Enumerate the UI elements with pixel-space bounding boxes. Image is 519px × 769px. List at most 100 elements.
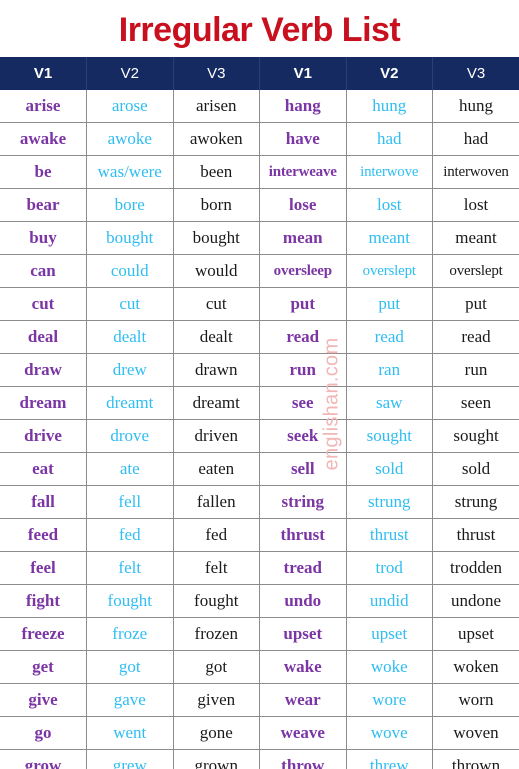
verb-cell-right-v2: trod: [346, 551, 433, 585]
verb-cell-left-v2: froze: [86, 617, 174, 651]
verb-cell-right-v2: threw: [346, 749, 433, 769]
verb-cell-left-v1: feel: [0, 551, 87, 585]
table-row: be was/were been interweave interwove interwo…: [0, 155, 519, 189]
verb-cell-left-v2: gave: [86, 683, 174, 717]
verb-cell-right-v3: run: [432, 353, 519, 387]
verb-cell-left-v3: fallen: [173, 485, 260, 519]
verb-cell-right-v3: thrust: [432, 518, 519, 552]
verb-cell-right-v2: sold: [346, 452, 433, 486]
verb-cell-left-v2: was/were: [86, 155, 174, 189]
verb-cell-right-v2: had: [346, 122, 433, 156]
verb-cell-right-v1: throw: [259, 749, 347, 769]
verb-cell-left-v1: draw: [0, 353, 87, 387]
verb-cell-left-v1: arise: [0, 90, 87, 123]
verb-cell-left-v1: drive: [0, 419, 87, 453]
verb-cell-left-v2: arose: [86, 90, 174, 123]
table-header: V1 V2 V3 V1 V2 V3: [0, 57, 519, 90]
verb-cell-right-v3: upset: [432, 617, 519, 651]
table-row: arise arose arisen hang hung hung: [0, 90, 519, 123]
verb-cell-right-v2: woke: [346, 650, 433, 684]
verb-cell-left-v2: fell: [86, 485, 174, 519]
verb-cell-left-v3: arisen: [173, 90, 260, 123]
verb-cell-left-v1: fall: [0, 485, 87, 519]
verb-cell-right-v1: seek: [259, 419, 347, 453]
verb-cell-left-v3: awoken: [173, 122, 260, 156]
verb-cell-right-v1: upset: [259, 617, 347, 651]
verb-cell-right-v2: strung: [346, 485, 433, 519]
page-title-bar: Irregular Verb List: [0, 0, 519, 57]
verb-cell-right-v3: meant: [432, 221, 519, 255]
verb-cell-left-v2: drew: [86, 353, 174, 387]
verb-cell-left-v1: feed: [0, 518, 87, 552]
verb-cell-right-v2: hung: [346, 90, 433, 123]
verb-cell-left-v1: get: [0, 650, 87, 684]
verb-cell-right-v3: had: [432, 122, 519, 156]
verb-cell-right-v3: seen: [432, 386, 519, 420]
verb-cell-right-v3: undone: [432, 584, 519, 618]
verb-cell-right-v3: sought: [432, 419, 519, 453]
verb-cell-right-v3: interwoven: [432, 155, 519, 189]
verb-list-page: Irregular Verb List V1 V2 V3 V1 V2 V3 ar…: [0, 0, 519, 769]
verb-cell-right-v3: lost: [432, 188, 519, 222]
verb-cell-right-v2: interwove: [346, 155, 433, 189]
verb-cell-right-v2: overslept: [346, 254, 433, 288]
verb-cell-left-v2: drove: [86, 419, 174, 453]
table-row: eat ate eaten sell sold sold: [0, 452, 519, 486]
verb-cell-right-v3: put: [432, 287, 519, 321]
verb-cell-right-v3: woven: [432, 716, 519, 750]
table-row: deal dealt dealt read read read: [0, 320, 519, 354]
verb-cell-left-v1: cut: [0, 287, 87, 321]
verb-cell-right-v2: read: [346, 320, 433, 354]
verb-cell-left-v3: driven: [173, 419, 260, 453]
column-header-v1-right: V1: [259, 57, 347, 90]
verb-cell-right-v1: run: [259, 353, 347, 387]
irregular-verb-table: V1 V2 V3 V1 V2 V3 arise arose arisen hang hu…: [0, 57, 519, 769]
verb-cell-right-v3: strung: [432, 485, 519, 519]
verb-cell-left-v3: frozen: [173, 617, 260, 651]
verb-cell-right-v1: interweave: [259, 155, 347, 189]
verb-cell-left-v2: went: [86, 716, 174, 750]
verb-cell-left-v2: could: [86, 254, 174, 288]
verb-cell-right-v1: see: [259, 386, 347, 420]
page-title: Irregular Verb List: [118, 10, 401, 49]
table-row: fight fought fought undo undid undone: [0, 584, 519, 618]
verb-cell-right-v1: weave: [259, 716, 347, 750]
table-row: dream dreamt dreamt see saw seen: [0, 386, 519, 420]
verb-cell-right-v1: sell: [259, 452, 347, 486]
verb-cell-right-v1: string: [259, 485, 347, 519]
verb-cell-right-v1: wake: [259, 650, 347, 684]
verb-cell-right-v2: saw: [346, 386, 433, 420]
verb-cell-left-v1: buy: [0, 221, 87, 255]
verb-cell-right-v2: wore: [346, 683, 433, 717]
verb-cell-right-v1: mean: [259, 221, 347, 255]
verb-cell-right-v3: hung: [432, 90, 519, 123]
column-header-v1-left: V1: [0, 57, 87, 90]
verb-cell-right-v1: tread: [259, 551, 347, 585]
verb-cell-left-v3: got: [173, 650, 260, 684]
verb-cell-left-v2: bought: [86, 221, 174, 255]
verb-cell-left-v3: bought: [173, 221, 260, 255]
verb-cell-right-v1: have: [259, 122, 347, 156]
verb-cell-left-v1: give: [0, 683, 87, 717]
table-header-row: V1 V2 V3 V1 V2 V3: [0, 57, 519, 90]
column-header-v3-right: V3: [432, 57, 519, 90]
table-row: awake awoke awoken have had had: [0, 122, 519, 156]
table-row: can could would oversleep overslept overslept: [0, 254, 519, 288]
verb-cell-left-v1: freeze: [0, 617, 87, 651]
verb-cell-right-v2: thrust: [346, 518, 433, 552]
verb-cell-left-v3: been: [173, 155, 260, 189]
verb-cell-left-v1: awake: [0, 122, 87, 156]
verb-cell-right-v2: wove: [346, 716, 433, 750]
verb-cell-left-v1: bear: [0, 188, 87, 222]
verb-cell-left-v3: gone: [173, 716, 260, 750]
verb-cell-left-v1: deal: [0, 320, 87, 354]
table-row: feel felt felt tread trod trodden: [0, 551, 519, 585]
table-row: drive drove driven seek sought sought: [0, 419, 519, 453]
verb-cell-right-v3: thrown: [432, 749, 519, 769]
verb-cell-left-v2: awoke: [86, 122, 174, 156]
verb-cell-left-v2: fed: [86, 518, 174, 552]
verb-cell-left-v1: dream: [0, 386, 87, 420]
verb-cell-right-v2: put: [346, 287, 433, 321]
verb-cell-left-v1: fight: [0, 584, 87, 618]
verb-cell-left-v3: given: [173, 683, 260, 717]
